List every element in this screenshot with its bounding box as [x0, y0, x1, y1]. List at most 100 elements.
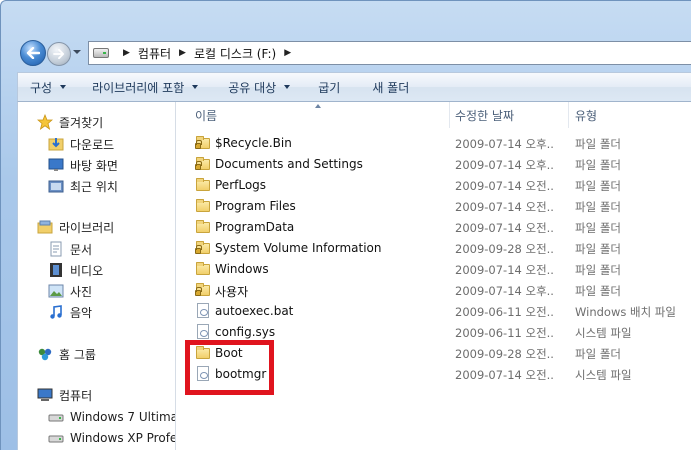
forward-button[interactable]	[47, 42, 71, 66]
new-folder-button[interactable]: 새 폴더	[352, 73, 421, 101]
file-name: config.sys	[215, 325, 276, 339]
organize-button[interactable]: 구성	[18, 73, 78, 101]
file-date: 2009-09-28 오전...	[455, 242, 555, 256]
nav-label: 홈 그룹	[59, 347, 96, 362]
locked-folder-icon	[195, 240, 211, 256]
nav-label: 컴퓨터	[59, 388, 93, 403]
file-name: System Volume Information	[215, 241, 382, 255]
file-row[interactable]: ProgramData 2009-07-14 오전... 파일 폴더	[176, 217, 691, 238]
chevron-right-icon[interactable]: ▶	[179, 48, 186, 58]
nav-libraries[interactable]: 라이브러리	[37, 217, 114, 237]
file-date: 2009-07-14 오후...	[455, 158, 555, 172]
file-row[interactable]: 사용자 2009-07-14 오후... 파일 폴더	[176, 280, 691, 301]
file-date: 2009-07-14 오전...	[455, 368, 555, 382]
breadcrumb-computer[interactable]: 컴퓨터	[138, 45, 171, 62]
command-bar: 구성 라이브러리에 포함 공유 대상 굽기 새 폴더	[17, 72, 691, 102]
burn-label: 굽기	[318, 80, 341, 95]
file-date: 2009-07-14 오전...	[455, 200, 555, 214]
breadcrumb-local-disk[interactable]: 로컬 디스크 (F:)	[194, 45, 276, 62]
nav-label: 다운로드	[70, 137, 115, 152]
column-header-name[interactable]: 이름	[195, 102, 445, 128]
column-header-type[interactable]: 유형	[575, 102, 685, 128]
file-type: 파일 폴더	[575, 263, 621, 277]
share-with-button[interactable]: 공유 대상	[210, 73, 302, 101]
nav-favorites[interactable]: 즐겨찾기	[36, 112, 104, 132]
file-type: 파일 폴더	[575, 179, 621, 193]
file-type: 시스템 파일	[575, 326, 632, 340]
file-row[interactable]: Windows 2009-07-14 오전... 파일 폴더	[176, 259, 691, 280]
file-type: 파일 폴더	[575, 242, 621, 256]
computer-icon	[37, 387, 53, 403]
nav-label: 라이브러리	[59, 220, 115, 235]
back-arrow-icon	[26, 47, 40, 59]
nav-label: 즐겨찾기	[59, 115, 104, 130]
video-icon	[48, 262, 64, 278]
file-type: 파일 폴더	[575, 284, 621, 298]
locked-folder-icon	[195, 135, 211, 151]
file-date: 2009-06-11 오전...	[455, 305, 555, 319]
homegroup-icon	[37, 346, 53, 362]
column-type-label: 유형	[575, 108, 598, 123]
nav-pictures[interactable]: 사진	[48, 281, 92, 301]
file-type: Windows 배치 파일	[575, 305, 676, 319]
file-type: 파일 폴더	[575, 200, 621, 214]
file-date: 2009-09-28 오전...	[455, 347, 555, 361]
pictures-icon	[48, 283, 64, 299]
file-list: 이름 수정한 날짜 유형 $Recycle.Bin 2009-07-14 오후..…	[176, 102, 691, 450]
column-name-label: 이름	[195, 108, 218, 123]
star-icon	[36, 113, 54, 130]
nav-homegroup[interactable]: 홈 그룹	[37, 344, 96, 364]
file-row[interactable]: Program Files 2009-07-14 오전... 파일 폴더	[176, 196, 691, 217]
dropdown-arrow-icon	[192, 85, 199, 89]
file-type: 파일 폴더	[575, 221, 621, 235]
nav-recent-places[interactable]: 최근 위치	[48, 176, 118, 196]
address-bar[interactable]: ▶ 컴퓨터 ▶ 로컬 디스크 (F:) ▶	[88, 41, 691, 65]
column-divider[interactable]	[568, 102, 569, 128]
file-date: 2009-07-14 오전...	[455, 221, 555, 235]
nav-drive-winxp[interactable]: Windows XP Profess	[48, 428, 175, 448]
nav-label: 비디오	[70, 263, 104, 278]
file-name: Windows	[215, 262, 269, 276]
column-divider[interactable]	[449, 102, 450, 128]
file-row[interactable]: autoexec.bat 2009-06-11 오전... Windows 배치 파…	[176, 301, 691, 322]
nav-drive-win7[interactable]: Windows 7 Ultimate	[48, 407, 175, 427]
include-library-label: 라이브러리에 포함	[92, 80, 185, 95]
file-row[interactable]: $Recycle.Bin 2009-07-14 오후... 파일 폴더	[176, 133, 691, 154]
navigation-pane: 즐겨찾기 다운로드 바탕 화면 최근 위치 라이브러리 문서 비디오 사진 음악…	[17, 102, 176, 450]
file-row[interactable]: Documents and Settings 2009-07-14 오후... 파일…	[176, 154, 691, 175]
chevron-right-icon[interactable]: ▶	[284, 48, 291, 58]
nav-label: 사진	[70, 284, 93, 299]
nav-music[interactable]: 음악	[48, 302, 92, 322]
address-row: ▶ 컴퓨터 ▶ 로컬 디스크 (F:) ▶	[0, 0, 691, 72]
nav-label: 음악	[70, 305, 93, 320]
file-date: 2009-06-11 오전...	[455, 326, 555, 340]
file-type: 파일 폴더	[575, 137, 621, 151]
nav-label: 바탕 화면	[70, 158, 118, 173]
organize-label: 구성	[30, 80, 53, 95]
library-icon	[37, 219, 53, 235]
folder-icon	[195, 198, 211, 214]
new-folder-label: 새 폴더	[372, 80, 410, 95]
chevron-right-icon[interactable]: ▶	[123, 48, 130, 58]
nav-label: 최근 위치	[70, 179, 118, 194]
nav-label: 문서	[70, 242, 93, 257]
file-row[interactable]: System Volume Information 2009-09-28 오전..…	[176, 238, 691, 259]
file-name: PerfLogs	[215, 178, 267, 192]
drive-icon	[48, 430, 64, 446]
nav-videos[interactable]: 비디오	[48, 260, 103, 280]
include-in-library-button[interactable]: 라이브러리에 포함	[78, 73, 210, 101]
file-row[interactable]: PerfLogs 2009-07-14 오전... 파일 폴더	[176, 175, 691, 196]
forward-arrow-icon	[53, 49, 65, 59]
documents-icon	[48, 241, 64, 257]
burn-button[interactable]: 굽기	[302, 73, 352, 101]
column-header-date[interactable]: 수정한 날짜	[455, 102, 565, 128]
dropdown-arrow-icon	[284, 85, 291, 89]
recent-pages-dropdown[interactable]	[73, 50, 81, 54]
nav-desktop[interactable]: 바탕 화면	[48, 155, 118, 175]
nav-downloads[interactable]: 다운로드	[48, 134, 114, 154]
file-name: 사용자	[215, 285, 249, 299]
file-date: 2009-07-14 오후...	[455, 137, 555, 151]
back-button[interactable]	[20, 40, 46, 66]
nav-computer[interactable]: 컴퓨터	[37, 385, 92, 405]
nav-documents[interactable]: 문서	[48, 239, 92, 259]
